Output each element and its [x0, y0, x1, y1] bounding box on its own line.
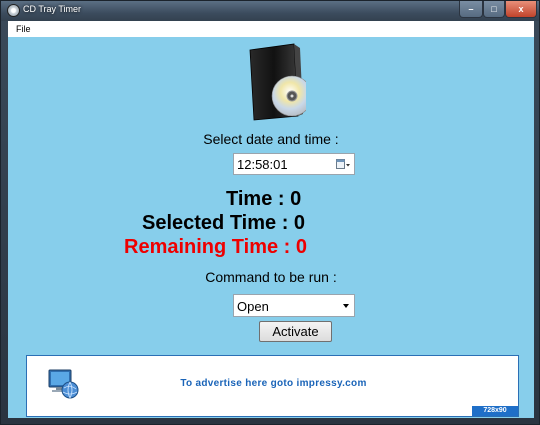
selected-time-label: Selected Time :	[142, 212, 289, 234]
app-window: CD Tray Timer – □ x File Select date and…	[0, 0, 540, 425]
selected-time-count: 0	[293, 212, 306, 234]
title-bar[interactable]: CD Tray Timer – □ x	[1, 1, 539, 21]
remaining-time-row: Remaining Time : 0	[124, 236, 307, 259]
time-count: 0	[290, 188, 302, 210]
calendar-dropdown-icon[interactable]	[336, 159, 350, 171]
remaining-time-count: 0	[295, 236, 308, 258]
ad-text-prefix: To advertise here goto	[180, 378, 297, 389]
cd-case-icon	[249, 43, 306, 121]
chevron-down-icon[interactable]	[343, 304, 349, 308]
ad-banner[interactable]: To advertise here goto impressy.com 728x…	[26, 355, 519, 417]
activate-button[interactable]: Activate	[259, 321, 332, 342]
menu-bar: File	[8, 21, 534, 37]
time-picker-value: 12:58:01	[237, 157, 288, 172]
maximize-button[interactable]: □	[483, 1, 505, 18]
time-picker[interactable]: 12:58:01	[233, 153, 355, 175]
ad-link[interactable]: impressy.com	[297, 378, 367, 389]
main-panel: Select date and time : 12:58:01 Time : 0…	[8, 37, 534, 418]
ad-size-badge: 728x90	[472, 406, 518, 416]
command-select[interactable]: Open	[233, 294, 355, 317]
time-row: Time : 0	[226, 188, 301, 211]
time-label: Time :	[226, 188, 285, 210]
menu-file[interactable]: File	[16, 24, 31, 34]
command-select-value: Open	[237, 299, 269, 314]
cd-app-icon	[7, 4, 20, 17]
select-datetime-label: Select date and time :	[203, 131, 339, 147]
remaining-time-label: Remaining Time :	[124, 236, 291, 258]
selected-time-row: Selected Time : 0	[142, 212, 305, 235]
ad-text: To advertise here goto impressy.com	[27, 378, 520, 389]
command-label: Command to be run :	[205, 269, 337, 285]
minimize-button[interactable]: –	[459, 1, 483, 18]
window-title: CD Tray Timer	[23, 4, 82, 14]
close-button[interactable]: x	[505, 1, 537, 18]
